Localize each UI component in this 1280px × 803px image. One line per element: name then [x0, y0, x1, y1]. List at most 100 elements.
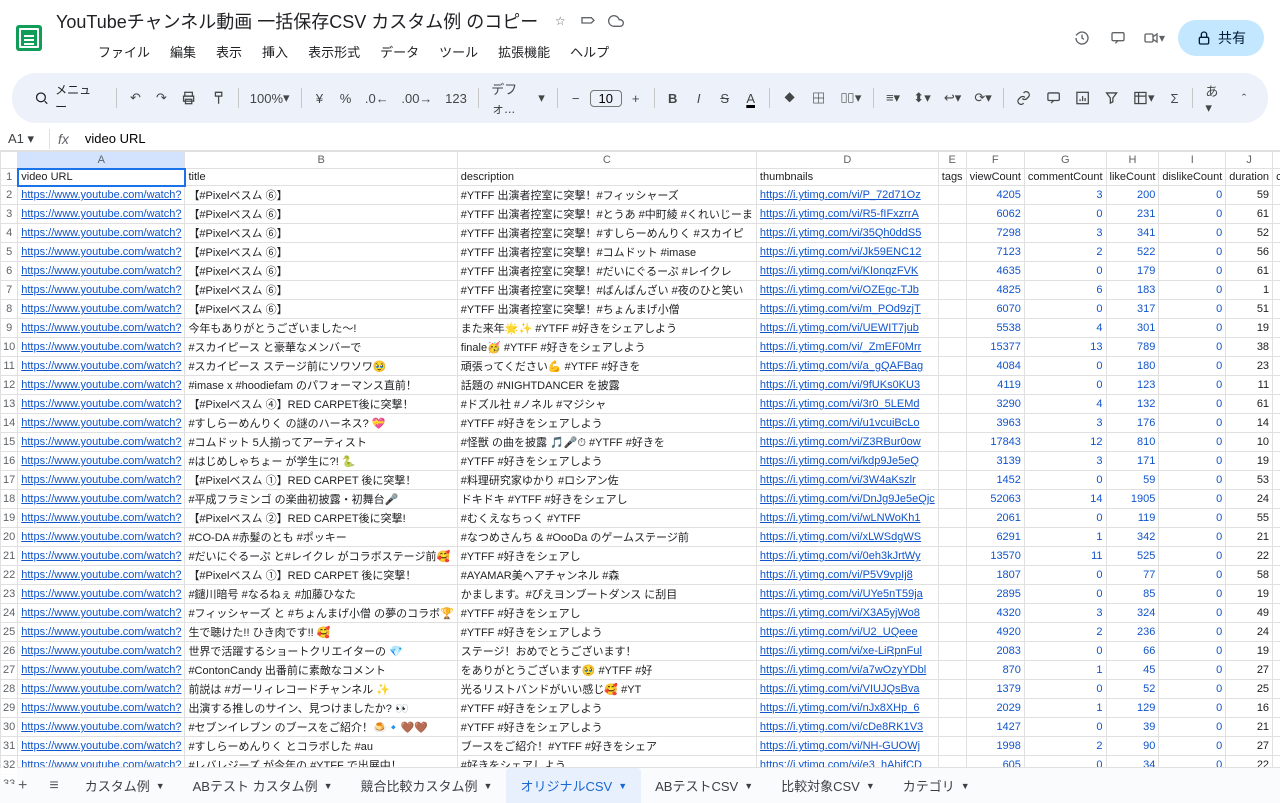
italic-button[interactable]: I	[687, 84, 711, 112]
cell[interactable]: #YTFF #好きをシェアしよう	[457, 452, 756, 471]
cell[interactable]: 0	[1159, 186, 1226, 205]
format-button[interactable]: 123	[440, 84, 473, 112]
cell[interactable]: 61	[1226, 205, 1273, 224]
cell[interactable]: https://i.ytimg.com/vi/P5V9vpIj8	[756, 566, 938, 585]
cell[interactable]: 24	[1273, 718, 1280, 737]
row-header-19[interactable]: 19	[1, 509, 18, 528]
sheet-tab[interactable]: 比較対象CSV▼	[767, 768, 889, 803]
cell[interactable]: #むくえなちっく #YTFF	[457, 509, 756, 528]
col-header-G[interactable]: G	[1024, 152, 1106, 169]
cell[interactable]: 【#Pixelベスㄙ ⑥】	[185, 205, 457, 224]
cell[interactable]: 0	[1024, 262, 1106, 281]
cell[interactable]: 1	[1024, 661, 1106, 680]
history-icon[interactable]	[1070, 26, 1094, 50]
cell[interactable]: 24	[1273, 186, 1280, 205]
cell[interactable]: #YTFF 出演者控室に突撃！#すしらーめんりく #スカイピ	[457, 224, 756, 243]
halign-button[interactable]: ≡▾	[880, 84, 905, 112]
sheets-logo[interactable]	[16, 25, 42, 51]
cell[interactable]: 2083	[966, 642, 1024, 661]
cell[interactable]: をありがとうございます🥹 #YTFF #好	[457, 661, 756, 680]
cell[interactable]: 21	[1226, 528, 1273, 547]
cell[interactable]: 0	[1159, 433, 1226, 452]
col-header-A[interactable]: A	[18, 152, 185, 169]
cell[interactable]: https://www.youtube.com/watch?	[18, 186, 185, 205]
cell[interactable]: https://www.youtube.com/watch?	[18, 737, 185, 756]
cell[interactable]: 3963	[966, 414, 1024, 433]
cell[interactable]: https://www.youtube.com/watch?	[18, 376, 185, 395]
cell[interactable]: 24	[1273, 471, 1280, 490]
cell[interactable]: https://i.ytimg.com/vi/3r0_5LEMd	[756, 395, 938, 414]
cell[interactable]: https://www.youtube.com/watch?	[18, 661, 185, 680]
row-header-8[interactable]: 8	[1, 300, 18, 319]
print-button[interactable]	[175, 84, 202, 112]
cell[interactable]	[938, 547, 966, 566]
cell-header[interactable]: thumbnails	[756, 169, 938, 186]
row-header-27[interactable]: 27	[1, 661, 18, 680]
cell[interactable]: 870	[966, 661, 1024, 680]
cell[interactable]: 236	[1106, 623, 1159, 642]
cell[interactable]	[938, 452, 966, 471]
cell[interactable]: https://www.youtube.com/watch?	[18, 452, 185, 471]
cell[interactable]: 52	[1226, 224, 1273, 243]
cell[interactable]: #はじめしゃちょー が学生に?! 🐍	[185, 452, 457, 471]
cell[interactable]: 19	[1226, 642, 1273, 661]
functions-button[interactable]: Σ	[1162, 84, 1186, 112]
cell[interactable]: https://www.youtube.com/watch?	[18, 414, 185, 433]
cell[interactable]: 2	[1024, 623, 1106, 642]
row-header-31[interactable]: 31	[1, 737, 18, 756]
cell[interactable]: https://www.youtube.com/watch?	[18, 680, 185, 699]
cell[interactable]: 176	[1106, 414, 1159, 433]
cell[interactable]: 0	[1159, 604, 1226, 623]
cell[interactable]: https://www.youtube.com/watch?	[18, 224, 185, 243]
cell[interactable]: https://i.ytimg.com/vi/Jk59ENC12	[756, 243, 938, 262]
cell[interactable]: 24	[1273, 661, 1280, 680]
cell-header[interactable]: categoryId	[1273, 169, 1280, 186]
row-header-17[interactable]: 17	[1, 471, 18, 490]
cell[interactable]: https://i.ytimg.com/vi/a7wOzyYDbl	[756, 661, 938, 680]
formula-input[interactable]	[77, 129, 1280, 148]
cell[interactable]: #怪獣 の曲を披露 🎵🎤⏱ #YTFF #好きを	[457, 433, 756, 452]
valign-button[interactable]: ⬍▾	[908, 84, 937, 112]
cell[interactable]: 7123	[966, 243, 1024, 262]
cell[interactable]: 1452	[966, 471, 1024, 490]
filter-views-button[interactable]: ▾	[1127, 84, 1160, 112]
cell[interactable]	[938, 604, 966, 623]
cell[interactable]: https://www.youtube.com/watch?	[18, 585, 185, 604]
cell[interactable]: 4320	[966, 604, 1024, 623]
cell[interactable]	[938, 680, 966, 699]
cell[interactable]: 19	[1226, 452, 1273, 471]
cell[interactable]: 【#Pixelベスㄙ ④】RED CARPET後に突撃！	[185, 395, 457, 414]
comment-button[interactable]	[1040, 84, 1067, 112]
cell[interactable]: 14	[1024, 490, 1106, 509]
cell[interactable]: 0	[1159, 566, 1226, 585]
row-header-5[interactable]: 5	[1, 243, 18, 262]
cell[interactable]: 0	[1159, 737, 1226, 756]
row-header-20[interactable]: 20	[1, 528, 18, 547]
cell[interactable]: 24	[1273, 319, 1280, 338]
filter-button[interactable]	[1098, 84, 1125, 112]
cell[interactable]: 19	[1226, 585, 1273, 604]
cell[interactable]: 4119	[966, 376, 1024, 395]
collapse-toolbar[interactable]: ˆ	[1232, 84, 1256, 112]
col-header-J[interactable]: J	[1226, 152, 1273, 169]
menu-ヘルプ[interactable]: ヘルプ	[562, 38, 617, 65]
cell-header[interactable]: tags	[938, 169, 966, 186]
cell[interactable]: https://www.youtube.com/watch?	[18, 338, 185, 357]
cell[interactable]: https://www.youtube.com/watch?	[18, 395, 185, 414]
cell[interactable]: 171	[1106, 452, 1159, 471]
cell[interactable]	[938, 509, 966, 528]
row-header-9[interactable]: 9	[1, 319, 18, 338]
cell[interactable]: 1807	[966, 566, 1024, 585]
cell[interactable]	[938, 262, 966, 281]
cell[interactable]: 【#Pixelベスㄙ ⑥】	[185, 224, 457, 243]
col-header-D[interactable]: D	[756, 152, 938, 169]
cell[interactable]: 0	[1159, 718, 1226, 737]
cell[interactable]: 61	[1226, 395, 1273, 414]
cell-header[interactable]: duration	[1226, 169, 1273, 186]
cell[interactable]	[938, 205, 966, 224]
cell-header[interactable]: video URL	[18, 169, 185, 186]
increase-decimal-button[interactable]: .00→	[396, 84, 438, 112]
cell[interactable]: 0	[1024, 680, 1106, 699]
cell[interactable]: #YTFF 出演者控室に突撃！#ちょんまげ小僧	[457, 300, 756, 319]
cell[interactable]: #YTFF 出演者控室に突撃！#コムドット #imase	[457, 243, 756, 262]
